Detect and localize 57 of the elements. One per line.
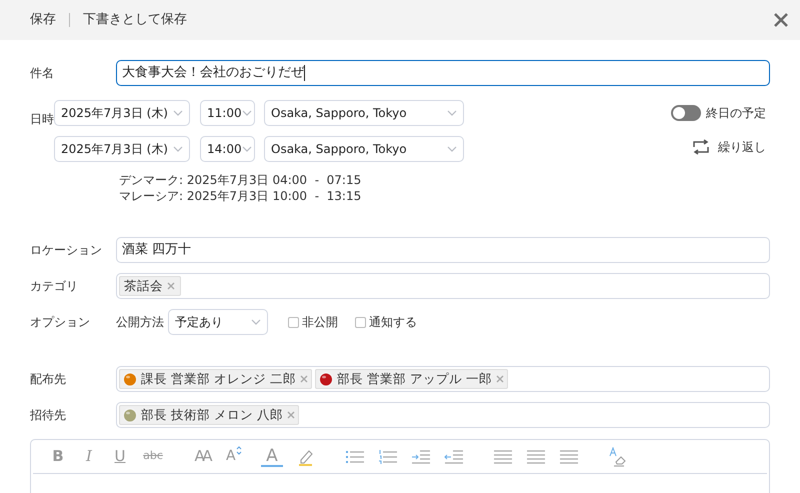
outdent-icon[interactable] [444,448,464,464]
indent-icon[interactable] [411,448,431,464]
save-draft-button[interactable]: 下書きとして保存 [83,10,187,30]
chevron-down-icon [242,146,252,152]
timezone-dropdown[interactable]: Osaka, Sapporo, Tokyo [264,100,464,126]
chevron-down-icon [173,110,183,116]
field-label: オプション [30,314,91,331]
align-right-icon[interactable] [559,448,579,464]
category-tag[interactable]: 茶話会 [119,276,181,296]
field-label: ロケーション [30,242,103,259]
repeat-button[interactable]: 繰り返し [691,138,766,156]
field-label: 日時 [30,112,54,126]
remove-icon[interactable] [496,375,504,383]
close-icon[interactable] [774,13,788,27]
date-dropdown[interactable]: 2025年7月3日 (木) [54,100,190,126]
category-field[interactable]: 茶話会 [116,273,770,299]
timezone-dropdown[interactable]: Osaka, Sapporo, Tokyo [264,136,464,162]
remove-icon[interactable] [300,375,308,383]
publish-dropdown[interactable]: 予定あり [168,309,268,335]
chevron-down-icon [242,110,252,116]
publish-label: 公開方法 [116,314,164,331]
field-label: カテゴリ [30,278,79,295]
all-day-label: 終日の予定 [706,105,766,122]
timezone-note: デンマーク: 2025年7月3日 04:00 - 07:15 [119,172,362,188]
bulleted-list-icon[interactable] [345,448,365,464]
all-day-toggle[interactable] [671,105,701,121]
time-dropdown[interactable]: 11:00 [200,100,255,126]
date-dropdown[interactable]: 2025年7月3日 (木) [54,136,190,162]
numbered-list-icon[interactable] [378,448,398,464]
eraser-icon[interactable] [608,446,628,466]
remove-icon[interactable] [167,282,175,290]
field-label: 件名 [30,65,55,82]
timezone-note: マレーシア: 2025年7月3日 10:00 - 13:15 [119,188,362,204]
chevron-down-icon [251,319,261,325]
align-left-icon[interactable] [493,448,513,464]
checkbox[interactable] [288,316,299,328]
chevron-down-icon [447,110,457,116]
up-down-caret-icon [236,446,242,455]
save-button[interactable]: 保存 [30,10,56,30]
chevron-down-icon [447,146,457,152]
recipients-field[interactable]: 課長 営業部 オレンジ 二郎 部長 営業部 アップル 一郎 [116,366,770,392]
field-label: 配布先 [30,371,67,388]
checkbox-label: 通知する [369,314,417,331]
repeat-icon [691,139,711,155]
person-tag[interactable]: 課長 営業部 オレンジ 二郎 [119,369,312,389]
location-field[interactable]: 酒菜 四万十 [116,237,770,263]
person-tag[interactable]: 部長 営業部 アップル 一郎 [314,369,508,389]
time-dropdown[interactable]: 14:00 [200,136,255,162]
subject-field[interactable]: 大食事大会！会社のおごりだぜ [116,60,770,86]
field-label: 招待先 [30,407,67,424]
recipients-field[interactable]: 部長 技術部 メロン 八郎 [116,402,770,428]
person-tag[interactable]: 部長 技術部 メロン 八郎 [119,405,299,425]
chevron-down-icon [173,146,183,152]
align-center-icon[interactable] [526,448,546,464]
checkbox-label: 非公開 [302,314,338,331]
remove-icon[interactable] [286,411,295,419]
checkbox[interactable] [355,316,366,328]
